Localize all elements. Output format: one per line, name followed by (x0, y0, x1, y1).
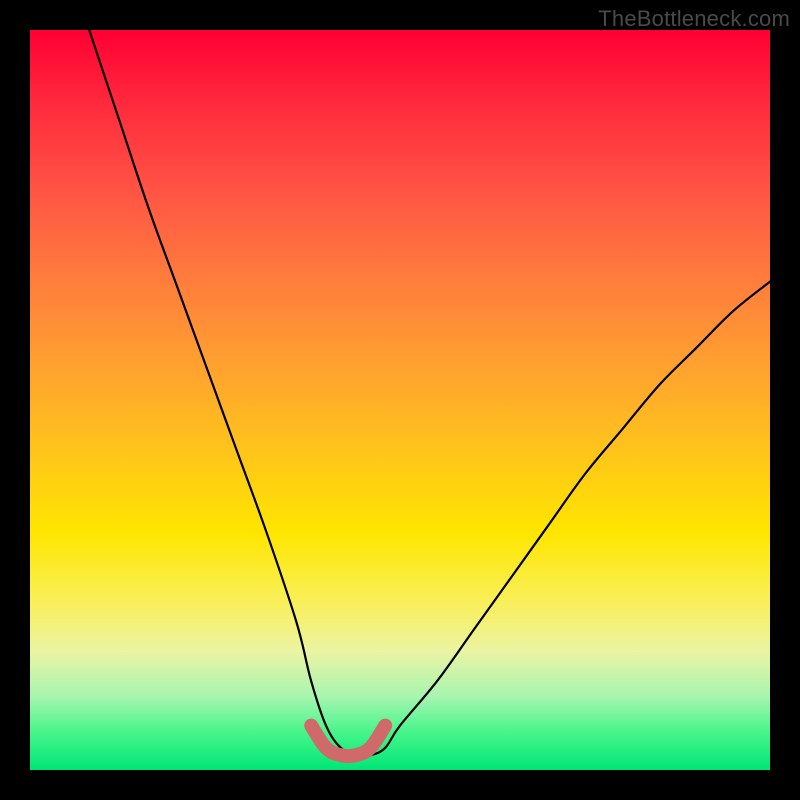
curve-layer (89, 30, 770, 756)
optimal-highlight (311, 726, 385, 757)
bottleneck-curve (89, 30, 770, 756)
chart-svg (30, 30, 770, 770)
plot-area (30, 30, 770, 770)
chart-container: TheBottleneck.com (0, 0, 800, 800)
watermark-label: TheBottleneck.com (598, 6, 790, 32)
